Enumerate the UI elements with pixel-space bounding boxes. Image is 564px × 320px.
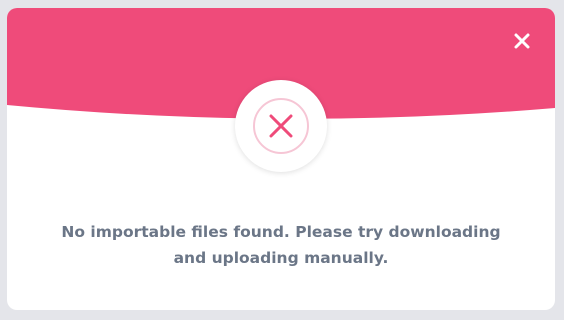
error-dialog: No importable files found. Please try do… xyxy=(7,8,555,310)
error-message: No importable files found. Please try do… xyxy=(61,223,501,267)
error-x-icon xyxy=(252,97,310,155)
error-status-badge xyxy=(235,80,327,172)
close-button[interactable] xyxy=(513,32,531,50)
close-icon[interactable] xyxy=(513,32,531,50)
